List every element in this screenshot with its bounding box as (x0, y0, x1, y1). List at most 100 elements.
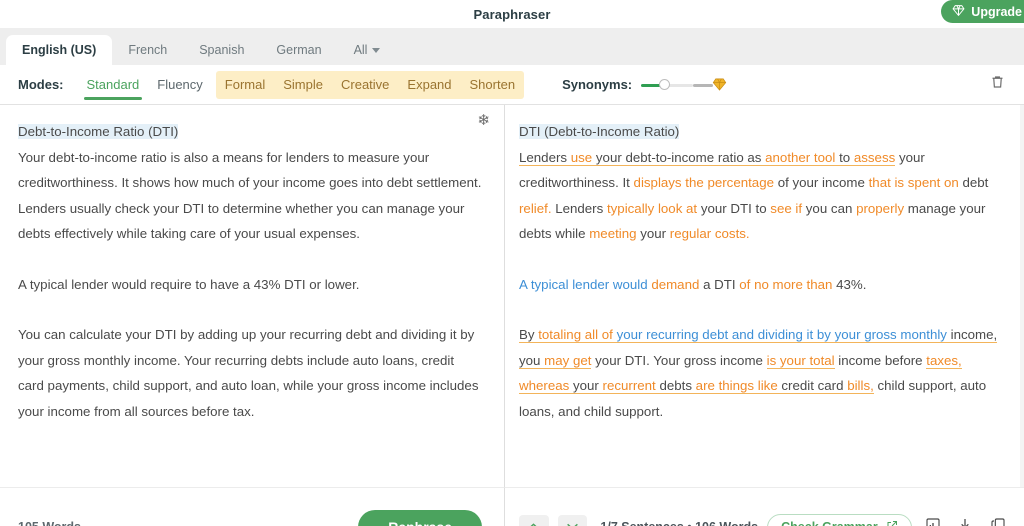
download-icon (957, 517, 973, 526)
output-run-0[interactable]: A typical lender would (519, 277, 651, 292)
output-run-15[interactable]: bills, (847, 378, 874, 394)
tab-english-us[interactable]: English (US) (6, 35, 113, 65)
output-run-17[interactable]: properly (856, 201, 904, 216)
slider-track-premium (693, 83, 714, 87)
output-run-1[interactable]: use (570, 149, 593, 166)
output-run-1[interactable]: demand (651, 277, 699, 292)
output-title-text: DTI (Debt-to-Income Ratio) (519, 124, 680, 139)
output-run-10[interactable]: debt (959, 175, 988, 190)
output-run-6[interactable]: is your (766, 352, 806, 369)
output-run-20[interactable]: your (637, 226, 670, 241)
output-run-5[interactable]: your DTI. Your gross income (591, 353, 766, 368)
output-run-4[interactable]: 43%. (832, 277, 866, 292)
tab-french[interactable]: French (112, 35, 183, 65)
tab-label: French (128, 43, 168, 57)
tab-label: All (353, 43, 368, 57)
synonyms-slider[interactable] (641, 77, 727, 93)
output-run-11[interactable]: relief. (519, 201, 552, 216)
output-run-2[interactable]: your recurring debt and dividing it by y… (612, 327, 947, 343)
output-run-7[interactable]: displays the percentage (634, 175, 774, 190)
output-run-12[interactable]: debts (655, 378, 696, 394)
output-run-19[interactable]: meeting (589, 226, 636, 241)
output-run-21[interactable]: regular costs. (670, 226, 750, 241)
output-run-7[interactable]: total (805, 352, 835, 369)
output-run-2[interactable]: your debt-to-income ratio as (592, 149, 766, 166)
tab-label: Spanish (199, 43, 245, 57)
mode-label: Expand (407, 76, 452, 92)
output-run-13[interactable]: are things like (695, 378, 778, 394)
input-title: Debt-to-Income Ratio (DTI) (18, 119, 482, 145)
output-run-4[interactable]: to (835, 149, 854, 166)
output-run-12[interactable]: Lenders (552, 201, 607, 216)
mode-creative[interactable]: Creative (332, 71, 398, 99)
gem-icon (712, 77, 727, 97)
download-button[interactable] (953, 515, 977, 526)
snowflake-icon[interactable]: ❄ (477, 113, 490, 128)
clear-text-button[interactable] (984, 72, 1010, 98)
output-run-9[interactable]: that is spent on (869, 175, 959, 190)
mode-fluency[interactable]: Fluency (148, 65, 212, 105)
output-run-14[interactable]: your DTI to (697, 201, 770, 216)
copy-icon (990, 517, 1006, 526)
output-run-16[interactable]: you can (802, 201, 856, 216)
slider-handle[interactable] (659, 78, 671, 90)
output-paragraph-1: Lenders use your debt-to-income ratio as… (519, 145, 1002, 247)
output-run-3[interactable]: another tool (765, 149, 836, 166)
mode-simple[interactable]: Simple (274, 71, 332, 99)
mode-formal[interactable]: Formal (216, 71, 274, 99)
premium-modes-group: Formal Simple Creative Expand Shorten (215, 70, 525, 99)
output-scrollbar[interactable] (1020, 105, 1024, 487)
mode-expand[interactable]: Expand (398, 71, 460, 99)
check-grammar-button[interactable]: Check Grammar (767, 513, 912, 526)
output-run-11[interactable]: recurrent (602, 378, 656, 394)
output-run-3[interactable]: of no more than (739, 277, 832, 292)
tab-german[interactable]: German (260, 35, 337, 65)
tab-all-languages[interactable]: All (338, 35, 397, 65)
trash-icon (990, 74, 1005, 95)
statistics-button[interactable] (921, 515, 945, 526)
output-pane[interactable]: DTI (Debt-to-Income Ratio) Lenders use y… (504, 105, 1024, 487)
synonyms-label: Synonyms: (562, 77, 633, 92)
output-run-5[interactable]: assess (853, 149, 896, 166)
output-run-8[interactable]: income before (835, 353, 927, 368)
output-title: DTI (Debt-to-Income Ratio) (519, 119, 1002, 145)
output-run-1[interactable]: totaling all of (538, 327, 613, 343)
mode-standard[interactable]: Standard (78, 65, 149, 105)
previous-sentence-button[interactable] (519, 515, 549, 526)
input-bottom-bar: 105 Words Rephrase (0, 487, 504, 526)
language-tabbar: English (US) French Spanish German All (0, 28, 1024, 65)
input-text[interactable]: Debt-to-Income Ratio (DTI) Your debt-to-… (18, 119, 482, 424)
output-run-0[interactable]: Lenders (519, 149, 571, 166)
tab-spanish[interactable]: Spanish (183, 35, 260, 65)
mode-label: Creative (341, 76, 390, 92)
copy-button[interactable] (986, 515, 1010, 526)
modes-label: Modes: (18, 77, 64, 92)
input-title-text: Debt-to-Income Ratio (DTI) (18, 124, 179, 139)
editor-panes: ❄ Debt-to-Income Ratio (DTI) Your debt-t… (0, 105, 1024, 487)
output-run-0[interactable]: By (519, 327, 539, 343)
upgrade-button[interactable]: Upgrade (941, 0, 1024, 23)
input-pane[interactable]: ❄ Debt-to-Income Ratio (DTI) Your debt-t… (0, 105, 504, 487)
output-run-13[interactable]: typically look at (607, 201, 697, 216)
synonyms-control: Synonyms: (562, 77, 727, 93)
output-paragraph-3: By totaling all of your recurring debt a… (519, 322, 1002, 424)
mode-shorten[interactable]: Shorten (461, 71, 525, 99)
output-paragraph-2: A typical lender would demand a DTI of n… (519, 272, 1002, 298)
output-text[interactable]: DTI (Debt-to-Income Ratio) Lenders use y… (519, 119, 1002, 424)
output-run-4[interactable]: may get (544, 352, 592, 369)
input-word-count: 105 Words (18, 520, 81, 526)
mode-label: Simple (283, 76, 323, 92)
gem-icon (952, 4, 965, 20)
external-link-icon (886, 520, 898, 526)
upgrade-label: Upgrade (971, 4, 1022, 19)
next-sentence-button[interactable] (557, 515, 588, 526)
output-run-2[interactable]: a DTI (699, 277, 739, 292)
chevron-down-icon (372, 47, 381, 53)
output-run-8[interactable]: of your income (774, 175, 869, 190)
output-run-15[interactable]: see if (770, 201, 802, 216)
rephrase-button[interactable]: Rephrase (358, 510, 482, 526)
output-run-14[interactable]: credit card (777, 378, 848, 394)
output-run-10[interactable]: your (569, 378, 603, 394)
